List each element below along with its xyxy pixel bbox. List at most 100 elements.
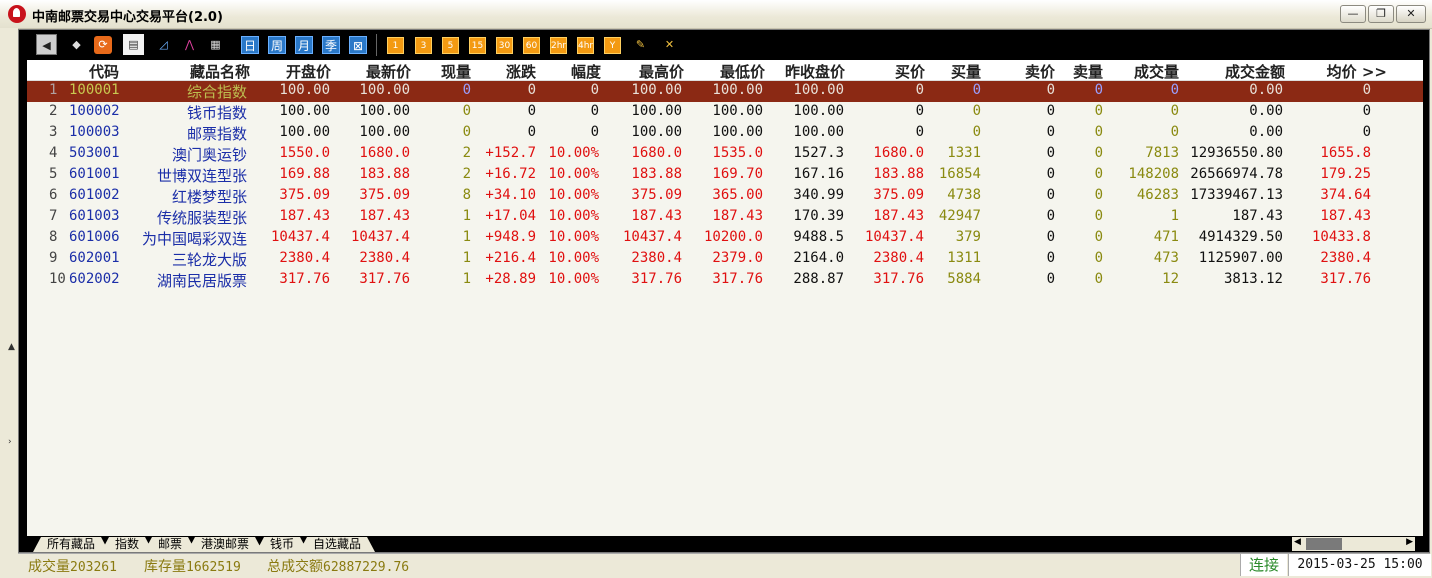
cube-icon[interactable]: ◆ [66,34,87,55]
expand-panel-icon[interactable]: › [8,437,12,447]
column-header-prev[interactable]: 昨收盘价 [785,61,845,82]
cell-prev: 100.00 [793,124,844,140]
column-header-last[interactable]: 最新价 [366,61,411,82]
column-header-vol[interactable]: 现量 [441,61,471,82]
cell-ask: 0 [1046,145,1055,161]
table-row[interactable]: 8 601006 为中国喝彩双连 10437.4 10437.4 1 +948.9 10.00… [27,228,1423,249]
tab-3[interactable]: 港澳邮票 [187,537,263,552]
column-header-turnover_vol[interactable]: 成交量 [1134,61,1179,82]
line-chart-icon[interactable]: ⋀ [179,34,200,55]
minute-3-button[interactable]: 3 [415,37,432,54]
cell-prev: 1527.3 [793,145,844,161]
cell-last: 187.43 [359,208,410,224]
status-amount-label: 总成交额 [267,559,323,575]
minute-5-button[interactable]: 5 [442,37,459,54]
table-icon[interactable]: ▦ [205,34,226,55]
column-header-pct[interactable]: 幅度 [571,61,601,82]
column-header-high[interactable]: 最高价 [639,61,684,82]
cell-code: 100002 [69,103,120,119]
minute-30-button[interactable]: 30 [496,37,513,54]
scrollbar-thumb[interactable] [1306,538,1342,550]
column-header-low[interactable]: 最低价 [720,61,765,82]
table-row[interactable]: 7 601003 传统服装型张 187.43 187.43 1 +17.04 10.00% 18… [27,207,1423,228]
cell-pct: 10.00% [548,229,599,245]
column-header-amount[interactable]: 成交金额 [1225,61,1285,82]
cell-ask: 0 [1046,250,1055,266]
chart-icon[interactable]: ◿ [153,34,174,55]
column-header-ask[interactable]: 卖价 [1025,61,1055,82]
cell-code: 100003 [69,124,120,140]
draw-pencil-icon[interactable]: ✎ [630,34,651,55]
table-row[interactable]: 6 601002 红楼梦型张 375.09 375.09 8 +34.10 10.00% 375… [27,186,1423,207]
hour-4-button[interactable]: 4hr [577,37,594,54]
cell-low: 100.00 [712,82,763,98]
title-bar: 中南邮票交易中心交易平台(2.0) — ❐ ✕ [0,0,1432,29]
table-row[interactable]: 1 100001 综合指数 100.00 100.00 0 0 0 100.00 100.00 10… [27,81,1423,102]
row-index: 2 [49,103,58,119]
column-header-open[interactable]: 开盘价 [286,61,331,82]
cell-bidvol: 4738 [947,187,981,203]
table-row[interactable]: 4 503001 澳门奥运钞 1550.0 1680.0 2 +152.7 10.00% 168… [27,144,1423,165]
cell-last: 100.00 [359,82,410,98]
table-row[interactable]: 10 602002 湖南民居版票 317.76 317.76 1 +28.89 10.00% 3… [27,270,1423,291]
minute-15-button[interactable]: 15 [469,37,486,54]
period-day-button[interactable]: 日 [241,36,259,54]
close-button[interactable]: ✕ [1396,5,1426,23]
table-row[interactable]: 5 601001 世博双连型张 169.88 183.88 2 +16.72 10.00% 18… [27,165,1423,186]
cell-ask: 0 [1046,82,1055,98]
status-stock: 库存量1662519 [144,556,241,576]
table-row[interactable]: 2 100002 钱币指数 100.00 100.00 0 0 0 100.00 100.00 10… [27,102,1423,123]
cell-amount: 4914329.50 [1198,229,1283,245]
column-header-name[interactable]: 藏品名称 [190,61,250,82]
cell-askvol: 0 [1094,145,1103,161]
scroll-up-icon[interactable]: ▲ [8,342,15,352]
hour-2-button[interactable]: 2hr [550,37,567,54]
horizontal-scrollbar[interactable]: ◀ ▶ [1292,537,1415,551]
column-header-avg[interactable]: 均价 >> [1327,61,1387,82]
cell-pct: 0 [590,124,599,140]
scroll-left-icon[interactable]: ◀ [1294,537,1301,547]
period-week-button[interactable]: 周 [268,36,286,54]
cell-open: 375.09 [279,187,330,203]
connection-status[interactable]: 连接 [1240,554,1287,576]
column-header-chg[interactable]: 涨跌 [506,61,536,82]
column-header-askvol[interactable]: 卖量 [1073,61,1103,82]
year-button[interactable]: Y [604,37,621,54]
cell-avg: 1655.8 [1320,145,1371,161]
cell-amount: 17339467.13 [1190,187,1283,203]
clipboard-icon[interactable]: ▤ [123,34,144,55]
column-header-bidvol[interactable]: 买量 [951,61,981,82]
refresh-icon[interactable]: ⟳ [94,36,112,54]
cell-bid: 10437.4 [864,229,924,245]
cell-open: 2380.4 [279,250,330,266]
cell-prev: 288.87 [793,271,844,287]
period-month-button[interactable]: 月 [295,36,313,54]
cell-amount: 0.00 [1249,124,1283,140]
scroll-right-icon[interactable]: ▶ [1406,537,1413,547]
cell-chg: +17.04 [485,208,536,224]
cell-pct: 10.00% [548,271,599,287]
tab-0[interactable]: 所有藏品 [33,537,109,552]
back-arrow-icon[interactable]: ◀ [36,34,57,55]
cell-bid: 0 [915,124,924,140]
cell-last: 100.00 [359,124,410,140]
period-season-button[interactable]: 季 [322,36,340,54]
minute-1-button[interactable]: 1 [387,37,404,54]
cell-turnover-vol: 12 [1162,271,1179,287]
table-row[interactable]: 9 602001 三轮龙大版 2380.4 2380.4 1 +216.4 10.00% 238… [27,249,1423,270]
period-custom-button[interactable]: ⊠ [349,36,367,54]
cell-bid: 0 [915,82,924,98]
tab-5[interactable]: 自选藏品 [299,537,375,552]
column-header-bid[interactable]: 买价 [895,61,925,82]
cell-chg: 0 [527,82,536,98]
cell-low: 2379.0 [712,250,763,266]
cell-turnover-vol: 471 [1153,229,1179,245]
table-row[interactable]: 3 100003 邮票指数 100.00 100.00 0 0 0 100.00 100.00 10… [27,123,1423,144]
minimize-button[interactable]: — [1340,5,1366,23]
cell-vol: 0 [462,103,471,119]
cell-bid: 183.88 [873,166,924,182]
column-header-code[interactable]: 代码 [89,61,119,82]
restore-button[interactable]: ❐ [1368,5,1394,23]
tools-icon[interactable]: ✕ [659,34,680,55]
minute-60-button[interactable]: 60 [523,37,540,54]
